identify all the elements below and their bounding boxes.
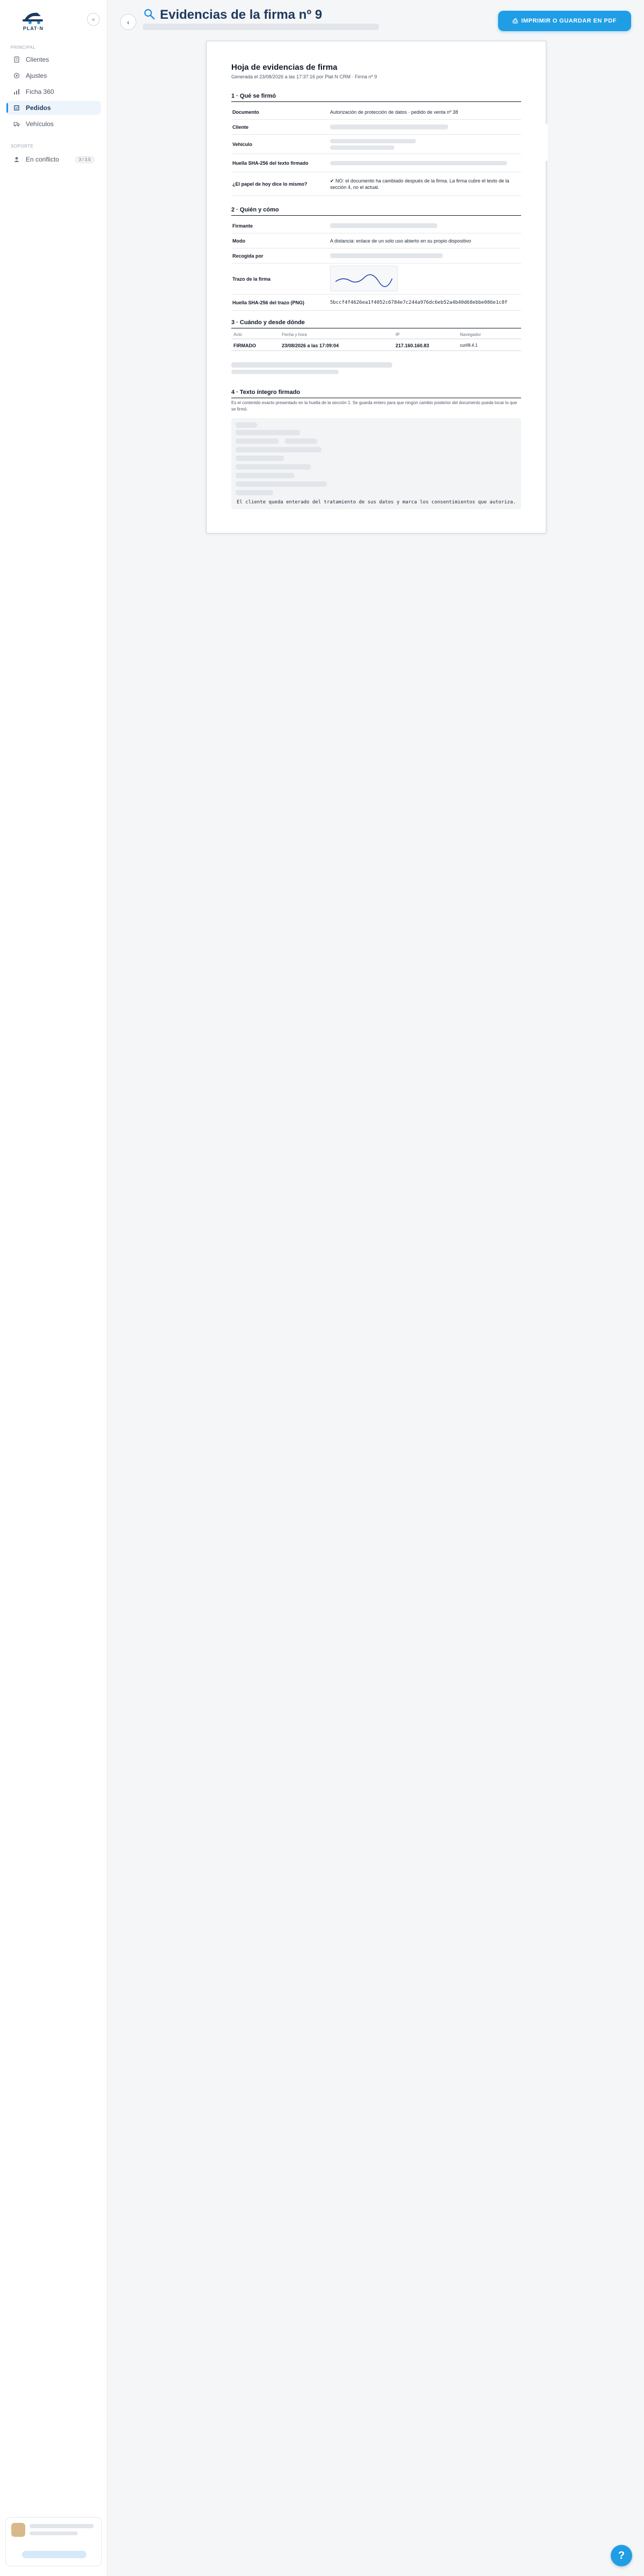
sidebar-item-label: Vehículos	[26, 120, 54, 128]
sidebar-item-ficha-360[interactable]: Ficha 360	[6, 85, 101, 99]
conflict-count-badge: 3 / 3.5	[75, 156, 94, 163]
user-profile-card[interactable]	[5, 2517, 102, 2566]
user-role-redacted	[30, 2531, 78, 2535]
avatar	[11, 2523, 25, 2537]
cell-navegador: curl/8.4.1	[460, 343, 478, 348]
chevron-left-icon: ‹	[127, 18, 130, 26]
signature-search-icon	[143, 8, 157, 21]
chart-icon	[13, 88, 20, 96]
document-header: Hoja de evidencias de firma Generada el …	[231, 63, 521, 79]
client-redacted	[330, 125, 448, 129]
table-row: FIRMADO 23/08/2026 a las 17:09:04 217.16…	[231, 341, 521, 351]
sidebar-item-label: Pedidos	[26, 104, 51, 112]
row-modo: Modo A distancia: enlace de un solo uso …	[231, 233, 521, 248]
row-cliente: Cliente	[231, 120, 521, 135]
col-ip: IP	[396, 332, 400, 337]
row-hash-texto: Huella SHA-256 del texto firmado	[231, 154, 521, 172]
col-fecha: Fecha y hora	[282, 332, 307, 337]
row-recogida-por: Recogida por	[231, 248, 521, 264]
print-or-save-pdf-button[interactable]: ⎙ IMPRIMIR O GUARDAR EN PDF	[498, 11, 631, 31]
row-key: Cliente	[232, 124, 249, 130]
text-hash-redacted	[330, 160, 507, 165]
clients-icon	[13, 56, 20, 63]
logo-text: PLAT·N	[23, 26, 44, 31]
cell-fecha: 23/08/2026 a las 17:09:04	[282, 343, 339, 348]
row-hash-trazo: Huella SHA-256 del trazo (PNG) 5bccf4f46…	[231, 295, 521, 311]
row-documento: Documento Autorización de protección de …	[231, 105, 521, 120]
nav-section-support: Soporte	[11, 144, 34, 149]
signed-full-text-box: El cliente queda enterado del tratamient…	[231, 418, 521, 509]
sidebar-item-clientes[interactable]: Clientes	[6, 53, 101, 67]
sidebar: PLAT·N « Principal Clientes Ajustes Fich…	[0, 0, 107, 2576]
row-value: 5bccf4f4626ea1f4052c6784e7c244a976dc6eb5…	[330, 299, 508, 305]
cell-ip: 217.160.160.83	[396, 343, 429, 348]
sidebar-item-vehiculos[interactable]: Vehículos	[6, 117, 101, 131]
logout-button-redacted[interactable]	[22, 2551, 86, 2558]
sidebar-item-pedidos[interactable]: Pedidos	[6, 101, 101, 115]
print-button-label: IMPRIMIR O GUARDAR EN PDF	[521, 18, 617, 24]
row-trazo-firma: Trazo de la firma	[231, 264, 521, 295]
document-scroll-edge	[545, 123, 548, 161]
section-3-note-redacted	[231, 362, 392, 368]
sidebar-collapse-button[interactable]: «	[87, 13, 100, 26]
col-acto: Acto	[233, 332, 243, 337]
row-papel-coincide: ¿El papel de hoy dice lo mismo? ✔ NO: el…	[231, 172, 521, 196]
sidebar-item-label: En conflicto	[26, 156, 60, 163]
row-vehiculo: Vehículo	[231, 135, 521, 154]
events-table-header: Acto Fecha y hora IP Navegador	[231, 332, 521, 339]
vehicle-redacted	[330, 138, 416, 143]
col-navegador: Navegador	[460, 332, 481, 337]
sidebar-item-label: Ajustes	[26, 72, 47, 79]
orders-icon	[13, 104, 20, 112]
sidebar-item-en-conflicto[interactable]: En conflicto 3 / 3.5	[6, 152, 101, 166]
row-key: Modo	[232, 238, 245, 244]
signed-text-last-line: El cliente queda enterado del tratamient…	[237, 500, 516, 505]
document-title: Hoja de evidencias de firma	[231, 63, 338, 72]
sidebar-item-ajustes[interactable]: Ajustes	[6, 69, 101, 83]
section-4-heading: 4 · Texto íntegro firmado	[231, 389, 521, 398]
gear-icon	[13, 72, 20, 79]
row-key: Recogida por	[232, 253, 264, 259]
person-icon	[13, 156, 20, 163]
printer-icon: ⎙	[513, 17, 518, 25]
help-button[interactable]: ?	[611, 2545, 632, 2566]
signed-text-redacted	[236, 422, 257, 428]
section-1-heading: 1 · Qué se firmó	[231, 93, 521, 102]
user-name-redacted	[30, 2524, 94, 2528]
sidebar-item-label: Clientes	[26, 56, 49, 63]
signer-redacted	[330, 223, 437, 228]
logo-icon	[23, 12, 43, 24]
row-key: Documento	[232, 109, 259, 115]
row-key: Vehículo	[232, 141, 253, 147]
double-chevron-left-icon: «	[92, 16, 95, 23]
row-value: Autorización de protección de datos · pe…	[330, 109, 458, 115]
row-key: Huella SHA-256 del texto firmado	[232, 160, 309, 166]
back-button[interactable]: ‹	[120, 14, 136, 30]
truck-icon	[13, 120, 20, 128]
document-generated-info: Generada el 23/08/2026 a las 17:37:16 po…	[231, 74, 377, 79]
nav-section-main: Principal	[11, 45, 36, 50]
cell-acto: FIRMADO	[233, 343, 256, 348]
page-subtitle-redacted	[143, 24, 379, 30]
signature-stroke-image	[330, 265, 398, 291]
section-4-note: Es el contenido exacto presentado en la …	[231, 400, 517, 412]
collector-redacted	[330, 253, 443, 258]
sidebar-item-label: Ficha 360	[26, 88, 54, 96]
page-title: Evidencias de la firma nº 9	[160, 8, 323, 22]
row-value: A distancia: enlace de un solo uso abier…	[330, 238, 471, 244]
row-key: ¿El papel de hoy dice lo mismo?	[232, 181, 308, 187]
row-firmante: Firmante	[231, 218, 521, 233]
section-2-heading: 2 · Quién y cómo	[231, 207, 521, 216]
row-key: Huella SHA-256 del trazo (PNG)	[232, 299, 305, 305]
row-key: Firmante	[232, 223, 253, 229]
row-value: ✔ NO: el documento ha cambiado después d…	[330, 178, 509, 190]
evidence-document: Hoja de evidencias de firma Generada el …	[206, 41, 546, 533]
logo[interactable]: PLAT·N	[12, 9, 55, 33]
question-mark-icon: ?	[618, 2549, 625, 2562]
section-3-heading: 3 · Cuándo y desde dónde	[231, 319, 521, 328]
row-key: Trazo de la firma	[232, 276, 271, 282]
